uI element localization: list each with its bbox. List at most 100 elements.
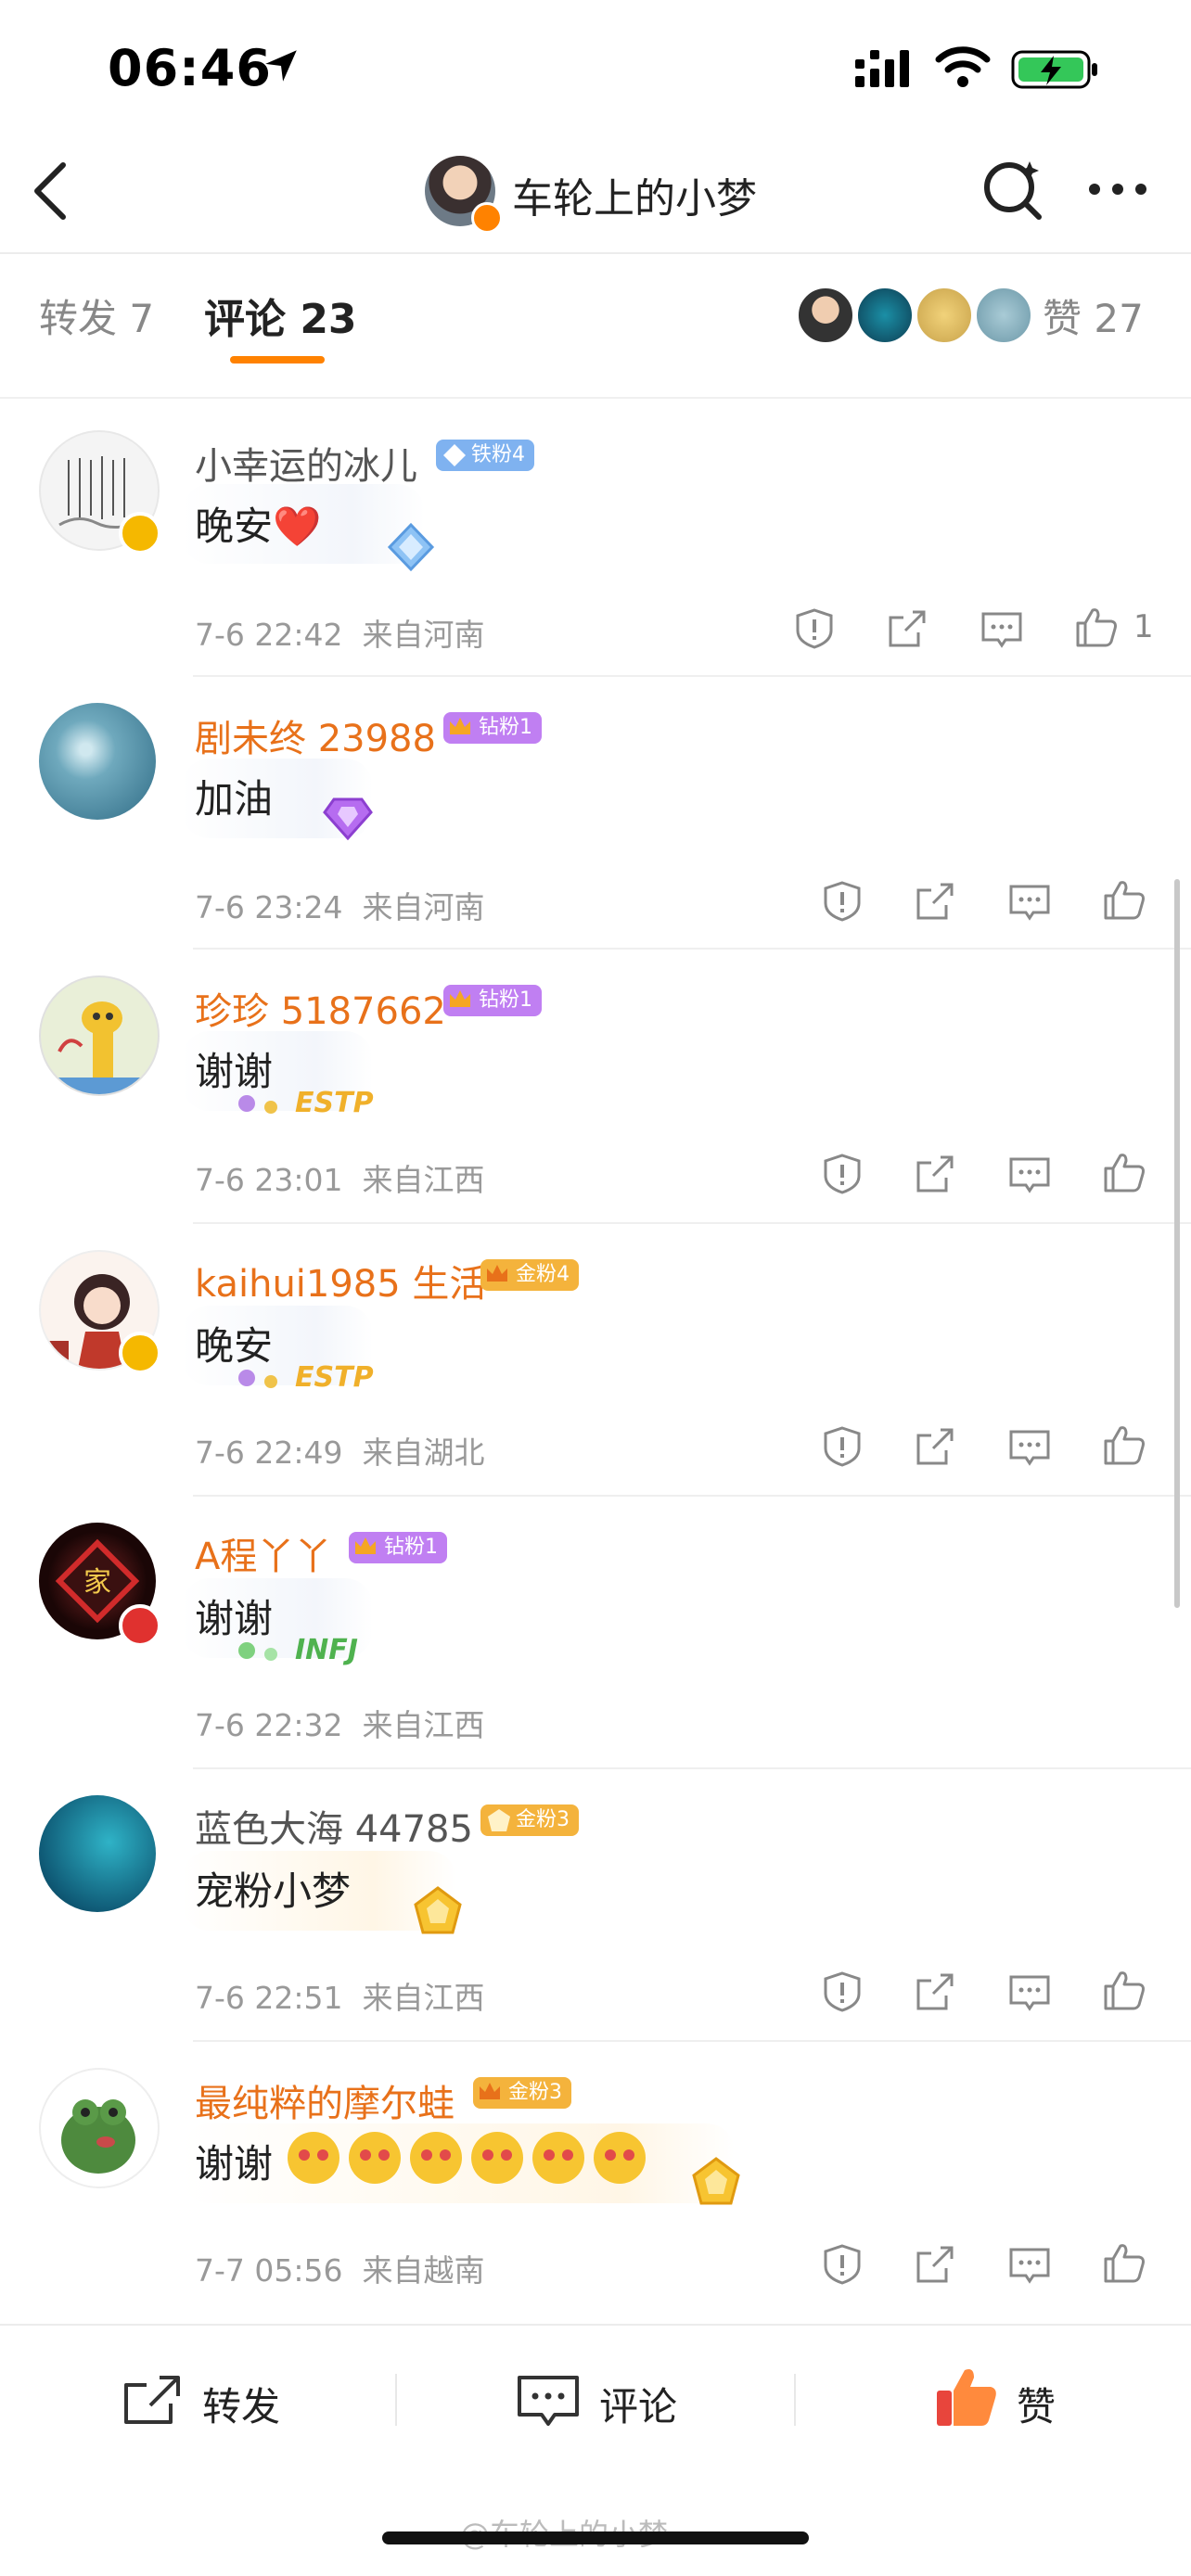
report-icon[interactable] xyxy=(820,1152,864,1196)
page-title[interactable]: 车轮上的小梦 xyxy=(512,165,757,224)
like-icon[interactable] xyxy=(1102,1968,1146,2012)
cellular-signal-icon xyxy=(855,50,909,87)
comment-username[interactable]: 小幸运的冰儿 xyxy=(195,436,417,490)
reply-icon[interactable] xyxy=(1007,879,1052,924)
diamond-icon xyxy=(443,444,466,466)
share-icon[interactable] xyxy=(913,2242,957,2287)
reply-icon[interactable] xyxy=(1007,1970,1052,2014)
comment-divider xyxy=(193,675,1191,677)
crown-icon xyxy=(355,1537,376,1554)
liker-avatar[interactable] xyxy=(974,286,1033,345)
fan-badge-label: 钻粉1 xyxy=(384,1536,438,1559)
home-indicator[interactable] xyxy=(382,2531,809,2544)
like-icon[interactable] xyxy=(1102,877,1146,922)
repost-button[interactable]: 转发 xyxy=(202,2376,280,2432)
diamond-fan-gem-icon xyxy=(323,797,373,841)
comment-avatar[interactable] xyxy=(39,976,160,1096)
comment-text: 加油 xyxy=(195,776,274,822)
reply-icon[interactable] xyxy=(1007,1424,1052,1469)
svg-text:家: 家 xyxy=(83,1566,111,1599)
fan-badge: 金粉3 xyxy=(480,1804,579,1836)
comment-time: 7-6 23:24 来自河南 xyxy=(195,889,485,925)
like-filled-icon[interactable] xyxy=(933,2365,1000,2429)
fan-badge: 铁粉4 xyxy=(436,440,534,471)
comment-text: 谢谢 xyxy=(195,2141,274,2187)
like-button[interactable]: 赞 xyxy=(1017,2376,1056,2432)
report-icon[interactable] xyxy=(820,1424,864,1469)
comment-username[interactable]: 珍珍 5187662 xyxy=(195,981,446,1035)
back-icon[interactable] xyxy=(28,158,74,224)
heart-eyes-emoji-icon xyxy=(288,2132,646,2184)
bottom-bar-divider xyxy=(0,2324,1191,2326)
search-icon[interactable] xyxy=(980,156,1046,223)
like-icon[interactable] xyxy=(1102,1422,1146,1467)
share-icon[interactable] xyxy=(885,606,929,651)
fan-badge: 钻粉1 xyxy=(443,985,542,1016)
fan-badge-label: 铁粉4 xyxy=(471,443,525,466)
report-icon[interactable] xyxy=(820,1970,864,2014)
fan-badge: 金粉3 xyxy=(473,2077,571,2109)
more-icon[interactable] xyxy=(1085,178,1150,200)
comment-time: 7-6 22:51 来自江西 xyxy=(195,1980,485,2016)
comment-avatar[interactable] xyxy=(39,1795,156,1912)
liker-avatar[interactable] xyxy=(796,286,855,345)
fan-badge-label: 金粉3 xyxy=(508,2081,562,2104)
verified-badge-icon xyxy=(119,512,161,555)
share-icon[interactable] xyxy=(913,1152,957,1196)
comment-button[interactable]: 评论 xyxy=(599,2376,677,2432)
tab-active-indicator xyxy=(230,356,325,363)
sparkle-icon xyxy=(238,1095,277,1114)
status-time: 06:46 xyxy=(108,39,272,97)
comment-username[interactable]: A程丫丫 xyxy=(195,1526,331,1580)
reply-icon[interactable] xyxy=(1007,1152,1052,1196)
gold-fan-gem-icon xyxy=(692,2157,740,2205)
like-icon[interactable] xyxy=(1102,2240,1146,2285)
emoji-row xyxy=(284,2127,655,2188)
infj-tag-sticker: INFJ xyxy=(236,1632,386,1669)
tab-comment[interactable]: 评论 23 xyxy=(204,286,357,345)
report-icon[interactable] xyxy=(792,606,837,651)
fan-badge-label: 金粉3 xyxy=(516,1808,570,1831)
verified-badge-icon xyxy=(471,202,503,234)
share-icon[interactable] xyxy=(913,1424,957,1469)
share-icon[interactable] xyxy=(913,879,957,924)
like-icon[interactable] xyxy=(1074,605,1119,649)
tab-likes[interactable]: 赞 27 xyxy=(1043,287,1144,344)
comment-time: 7-6 22:32 来自江西 xyxy=(195,1707,485,1743)
tabs-divider xyxy=(0,397,1191,399)
liker-avatar[interactable] xyxy=(855,286,915,345)
comment-username[interactable]: 最纯粹的摩尔蛙 xyxy=(195,2073,455,2127)
comment-avatar[interactable] xyxy=(39,2068,160,2188)
share-icon[interactable] xyxy=(913,1970,957,2014)
infj-tag: INFJ xyxy=(295,1634,358,1666)
tab-repost[interactable]: 转发 7 xyxy=(39,287,154,344)
repost-icon[interactable] xyxy=(121,2372,184,2428)
sparkle-icon xyxy=(238,1370,277,1388)
comment-icon[interactable] xyxy=(516,2372,581,2429)
estp-tag: ESTP xyxy=(295,1087,374,1119)
reply-icon[interactable] xyxy=(980,606,1024,651)
comment-username[interactable]: 蓝色大海 44785 xyxy=(195,1799,473,1853)
scrollbar[interactable] xyxy=(1174,879,1180,1608)
like-icon[interactable] xyxy=(1102,1150,1146,1194)
comment-divider xyxy=(193,1222,1191,1224)
member-badge-icon xyxy=(119,1604,161,1647)
fan-badge: 钻粉1 xyxy=(443,712,542,744)
crown-icon xyxy=(487,1265,507,1282)
liker-avatar[interactable] xyxy=(915,286,974,345)
bottom-separator xyxy=(794,2374,796,2426)
comment-avatar[interactable] xyxy=(39,703,156,820)
estp-tag-sticker: ESTP xyxy=(236,1085,386,1122)
fan-badge-label: 金粉4 xyxy=(516,1263,570,1286)
report-icon[interactable] xyxy=(820,2242,864,2287)
comment-username[interactable]: 剧未终 23988 xyxy=(195,708,436,762)
comment-username[interactable]: kaihui1985 生活 xyxy=(195,1254,486,1307)
comment-divider xyxy=(193,948,1191,950)
fan-badge-label: 钻粉1 xyxy=(479,988,532,1012)
gold-fan-gem-icon xyxy=(414,1886,462,1934)
report-icon[interactable] xyxy=(820,879,864,924)
reply-icon[interactable] xyxy=(1007,2242,1052,2287)
frog-avatar-image xyxy=(61,2099,135,2174)
comment-time: 7-6 22:49 来自湖北 xyxy=(195,1435,485,1471)
sparkle-icon xyxy=(238,1642,277,1661)
